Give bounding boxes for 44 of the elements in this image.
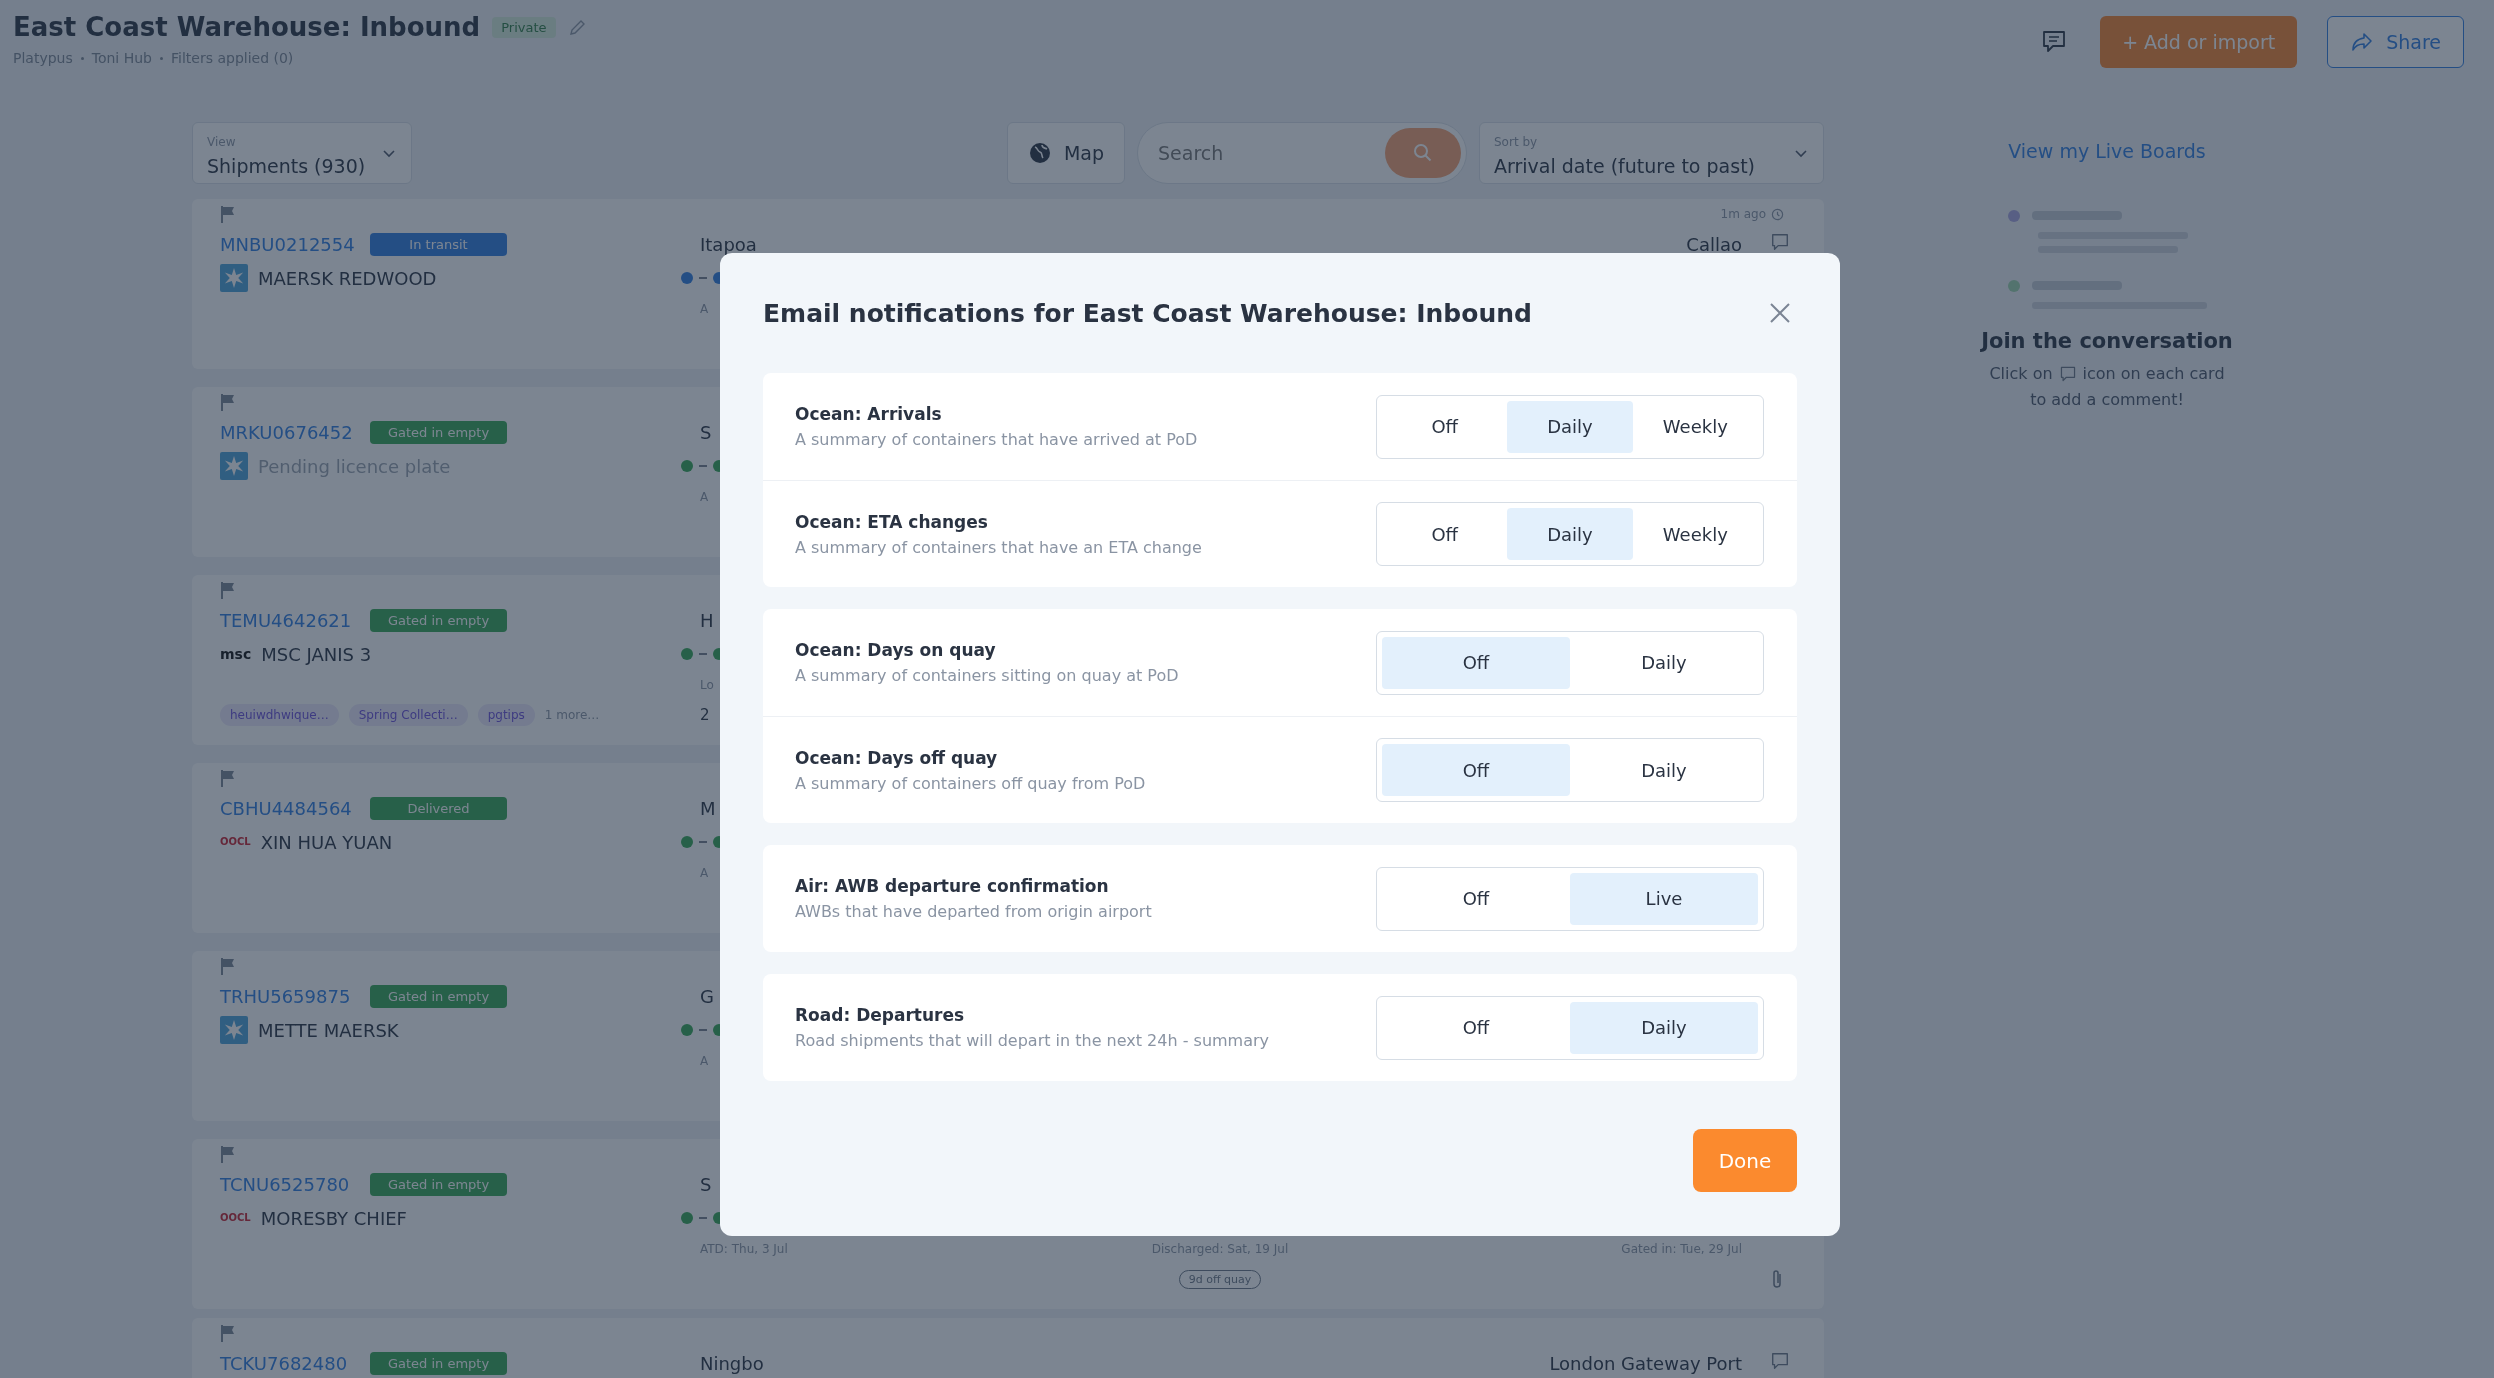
conversation-heading: Join the conversation (1981, 329, 2233, 353)
origin-port: G (700, 985, 714, 1007)
setting-description: AWBs that have departed from origin airport (795, 902, 1152, 921)
status-badge: In transit (370, 232, 507, 256)
setting-description: Road shipments that will depart in the next 24h - summary (795, 1031, 1270, 1050)
visibility-badge: Private (492, 16, 556, 38)
setting-title: Ocean: Days on quay (795, 640, 997, 660)
destination-port: London Gateway Port (1549, 1352, 1742, 1374)
vessel-name: MAERSK REDWOOD (258, 267, 437, 289)
destination-port: Callao (1686, 233, 1742, 255)
status-badge: Delivered (370, 796, 507, 820)
setting-description: A summary of containers that have an ETA change (795, 537, 1202, 557)
status-badge: Gated in empty (370, 1351, 507, 1375)
vessel-name: MORESBY CHIEF (260, 1207, 407, 1229)
setting-description: A summary of containers sitting on quay at PoD (795, 666, 1179, 685)
origin-port: M (700, 797, 716, 819)
note-text: 2 (700, 706, 710, 724)
setting-title: Road: Departures (795, 1005, 966, 1025)
dialog-title: Email notifications for East Coast Warehouse: Inbound (763, 298, 1532, 328)
setting-description: A summary of containers off quay from PoD (795, 773, 1146, 793)
status-badge: Gated in empty (370, 984, 507, 1008)
hint-text: to add a comment! (2030, 389, 2184, 411)
hint-text: icon on each card (2082, 363, 2225, 385)
carrier-logo: OOCL (220, 1212, 251, 1224)
status-badge: Gated in empty (370, 608, 507, 632)
vessel-name: XIN HUA YUAN (260, 831, 393, 853)
origin-port: H (700, 609, 714, 631)
origin-port: S (700, 1173, 712, 1195)
setting-description: A summary of containers that have arrived at PoD (795, 430, 1198, 449)
hint-text: Click on (1989, 363, 2053, 385)
carrier-logo: OOCL (220, 836, 251, 848)
vessel-name: METTE MAERSK (258, 1019, 399, 1041)
origin-port: Itapoa (700, 233, 757, 255)
setting-title: Ocean: Days off quay (795, 747, 999, 768)
setting-title: Ocean: Arrivals (795, 404, 943, 424)
origin-port: Ningbo (700, 1352, 764, 1374)
origin-port: S (700, 421, 712, 443)
status-badge: Gated in empty (370, 420, 507, 444)
setting-title: Ocean: ETA changes (795, 511, 989, 532)
setting-title: Air: AWB departure confirmation (795, 876, 1110, 896)
vessel-name: MSC JANIS 3 (261, 643, 372, 665)
carrier-logo: msc (220, 645, 252, 663)
board-title: East Coast Warehouse: Inbound (13, 12, 481, 42)
status-badge: Gated in empty (370, 1172, 507, 1196)
